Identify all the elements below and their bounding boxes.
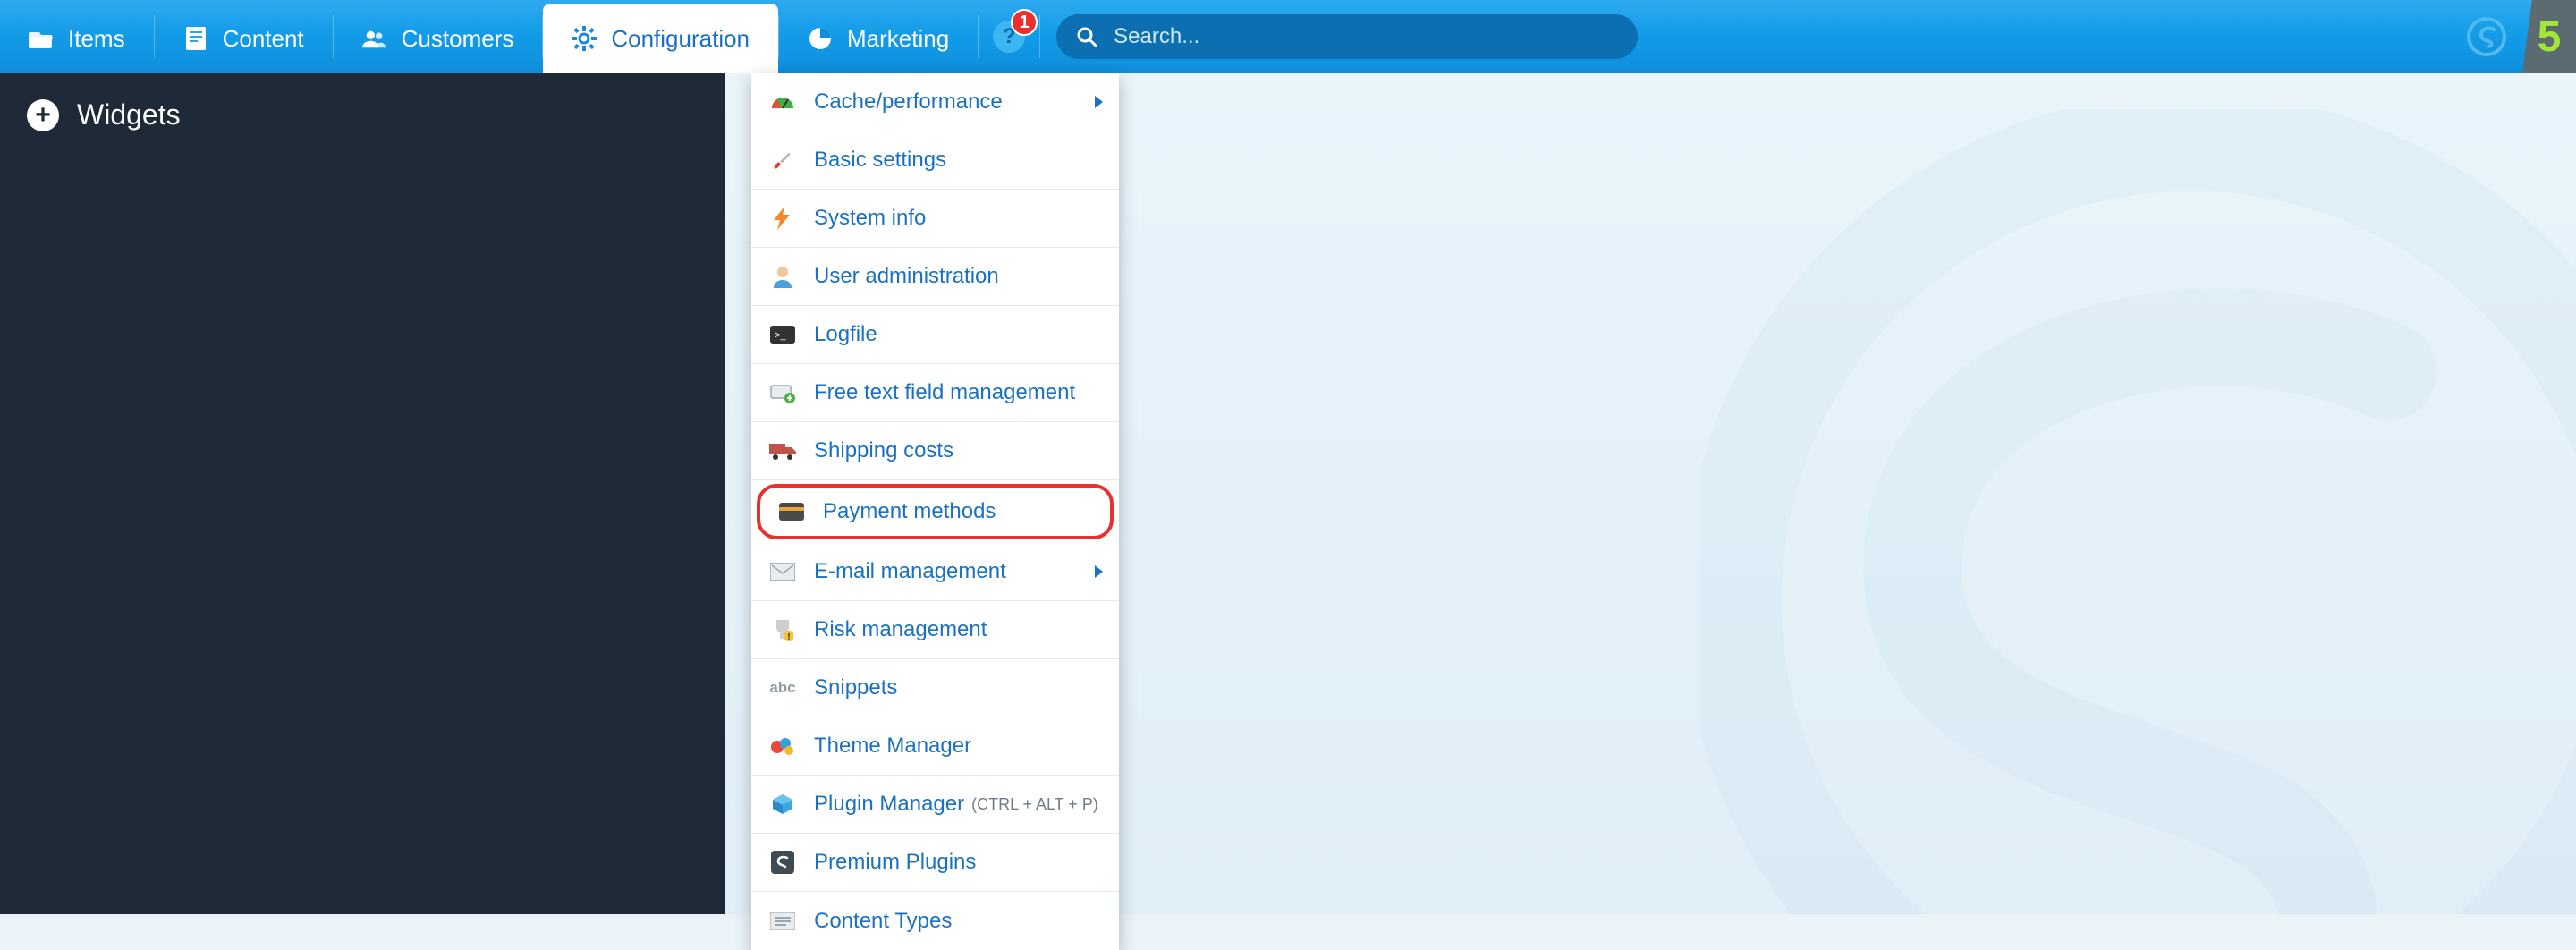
trophy-warning-icon: ! [767,617,798,642]
menu-cache-performance[interactable]: Cache/performance [751,73,1119,131]
nav-marketing[interactable]: Marketing [779,4,978,73]
menu-label: Theme Manager [814,734,971,759]
mail-icon [767,559,798,584]
abc-icon: abc [767,675,798,700]
chevron-right-icon [1095,565,1103,578]
truck-icon [767,438,798,463]
nav-separator [1039,15,1040,58]
terminal-icon: >_ [767,322,798,347]
nav-label: Items [68,25,125,53]
search-icon [1076,26,1097,47]
nav-label: Content [223,25,304,53]
menu-payment-methods[interactable]: Payment methods [757,484,1114,539]
menu-theme-manager[interactable]: Theme Manager [751,717,1119,776]
plus-circle-icon: + [27,99,59,131]
performance-icon [767,89,798,115]
screwdriver-icon [767,148,798,173]
menu-basic-settings[interactable]: Basic settings [751,131,1119,190]
menu-user-administration[interactable]: User administration [751,248,1119,306]
pie-chart-icon [808,28,833,49]
nav-label: Configuration [611,25,750,53]
widgets-header[interactable]: + Widgets [27,98,698,148]
shopware-square-icon [767,850,798,875]
main-area: + Widgets [0,73,2576,914]
menu-label: Free text field management [814,380,1075,405]
text-field-plus-icon [767,380,798,405]
svg-text:>_: >_ [775,330,786,341]
nav-label: Customers [402,25,514,53]
widgets-label: Widgets [77,98,181,131]
list-icon [767,909,798,934]
document-icon [183,28,208,49]
menu-label: Risk management [814,617,987,642]
nav-items-group: Items Content Customers Configuration [0,0,1638,73]
search-input[interactable] [1114,24,1618,49]
theme-icon [767,734,798,759]
menu-system-info[interactable]: System info [751,190,1119,248]
menu-label: Shipping costs [814,438,953,463]
gear-icon [572,28,597,49]
menu-label: Basic settings [814,148,946,173]
chevron-right-icon [1095,96,1103,108]
version-tile: 5 [2522,0,2576,73]
nav-configuration[interactable]: Configuration [543,4,778,73]
menu-label: Plugin Manager [814,792,964,817]
configuration-dropdown: Cache/performance Basic settings System … [751,73,1119,950]
menu-content-types[interactable]: Content Types [751,892,1119,950]
menu-risk-management[interactable]: ! Risk management [751,601,1119,659]
menu-shortcut: (CTRL + ALT + P) [971,795,1098,814]
menu-label: Cache/performance [814,89,1003,115]
version-label: 5 [2538,13,2562,62]
menu-label: Snippets [814,675,897,700]
lightning-icon [767,206,798,231]
menu-email-management[interactable]: E-mail management [751,543,1119,601]
search-field[interactable] [1056,14,1638,59]
menu-snippets[interactable]: abc Snippets [751,659,1119,717]
package-icon [767,792,798,817]
nav-customers[interactable]: Customers [334,4,543,73]
shopware-logo-icon [2451,1,2522,72]
menu-logfile[interactable]: >_ Logfile [751,306,1119,364]
menu-label: Content Types [814,909,952,934]
menu-label: Premium Plugins [814,850,976,875]
topbar-right: 5 [2451,0,2576,73]
sidebar: + Widgets [0,73,724,914]
menu-label: E-mail management [814,559,1006,584]
svg-text:!: ! [787,632,790,641]
menu-label: User administration [814,264,999,289]
nav-items[interactable]: Items [0,4,154,73]
menu-label: Payment methods [823,499,996,524]
folder-open-icon [29,28,54,49]
users-icon [362,28,387,49]
menu-label: Logfile [814,322,877,347]
credit-card-icon [776,499,807,524]
top-navbar: Items Content Customers Configuration [0,0,2576,73]
menu-premium-plugins[interactable]: Premium Plugins [751,834,1119,892]
user-icon [767,264,798,289]
menu-free-text-field[interactable]: Free text field management [751,364,1119,422]
notification-badge: 1 [1011,9,1038,36]
menu-plugin-manager[interactable]: Plugin Manager (CTRL + ALT + P) [751,776,1119,834]
menu-shipping-costs[interactable]: Shipping costs [751,422,1119,480]
nav-content[interactable]: Content [155,4,333,73]
menu-label: System info [814,206,926,231]
nav-label: Marketing [847,25,949,53]
watermark-icon [1699,109,2576,914]
help-button[interactable]: ? 1 [979,0,1039,73]
